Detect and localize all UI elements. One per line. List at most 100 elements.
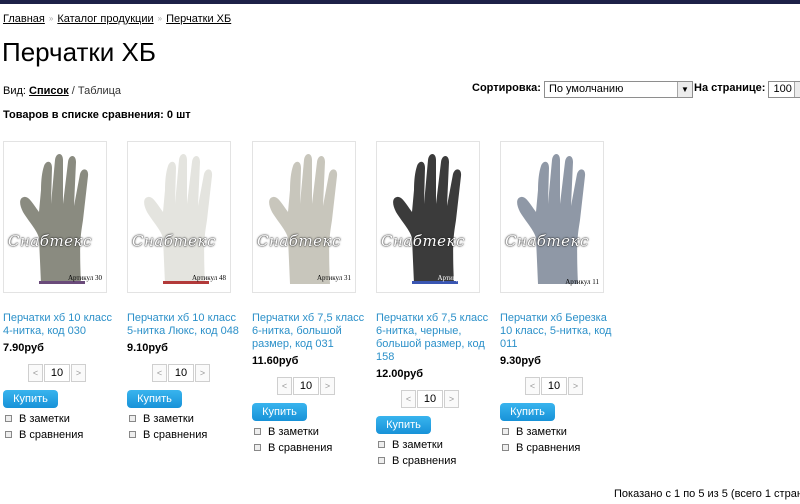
add-to-compare[interactable]: В сравнения	[129, 428, 247, 442]
checkbox-icon[interactable]	[378, 440, 385, 448]
checkbox-icon[interactable]	[129, 414, 136, 422]
add-to-notes-label: В заметки	[516, 426, 567, 438]
quantity-decrease-button[interactable]: <	[152, 364, 167, 382]
chevron-down-icon[interactable]: ▼	[794, 82, 800, 97]
quantity-stepper: <10 >	[28, 364, 123, 382]
product-price: 12.00руб	[376, 368, 424, 380]
sort-control: Сортировка: По умолчанию ▼	[472, 81, 693, 98]
product-image[interactable]: Снабтекс Артикул 158	[376, 141, 480, 293]
quantity-increase-button[interactable]: >	[568, 377, 583, 395]
product-card: Снабтекс Артикул 48 Перчатки хб 10 класс…	[127, 141, 247, 442]
add-to-notes-label: В заметки	[268, 426, 319, 438]
quantity-stepper: <10 >	[525, 377, 620, 395]
sort-label: Сортировка:	[472, 82, 541, 95]
product-image[interactable]: Снабтекс Артикул 31	[252, 141, 356, 293]
add-to-notes[interactable]: В заметки	[5, 412, 123, 426]
add-to-notes[interactable]: В заметки	[502, 425, 620, 439]
watermark-text: Снабтекс	[8, 232, 92, 250]
view-table-link[interactable]: Таблица	[78, 85, 121, 97]
quantity-input[interactable]: 10	[168, 364, 194, 382]
article-number: Артикул 11	[565, 278, 599, 286]
pagination-summary: Показано с 1 по 5 из 5 (всего 1 страниц)	[614, 488, 800, 500]
quantity-decrease-button[interactable]: <	[525, 377, 540, 395]
product-name-link[interactable]: Перчатки хб 10 класс 5-нитка Люкс, код 0…	[127, 312, 245, 338]
checkbox-icon[interactable]	[129, 430, 136, 438]
article-number: Артикул 48	[191, 274, 226, 282]
product-card: Снабтекс Артикул 11 Перчатки хб Березка …	[500, 141, 620, 455]
checkbox-icon[interactable]	[378, 456, 385, 464]
watermark-text: Снабтекс	[257, 232, 341, 250]
buy-button[interactable]: Купить	[252, 403, 307, 421]
breadcrumb-catalog-link[interactable]: Каталог продукции	[57, 13, 153, 25]
breadcrumb-separator-icon: »	[157, 14, 163, 23]
add-to-compare-label: В сравнения	[19, 429, 84, 441]
add-to-notes[interactable]: В заметки	[129, 412, 247, 426]
checkbox-icon[interactable]	[502, 443, 509, 451]
breadcrumb-current-link[interactable]: Перчатки ХБ	[166, 13, 231, 25]
add-to-compare-label: В сравнения	[392, 455, 457, 467]
add-to-compare[interactable]: В сравнения	[5, 428, 123, 442]
product-name-link[interactable]: Перчатки хб 7,5 класс 6-нитка, черные, б…	[376, 312, 494, 364]
product-image[interactable]: Снабтекс Артикул 48	[127, 141, 231, 293]
quantity-stepper: <10 >	[277, 377, 372, 395]
quantity-increase-button[interactable]: >	[320, 377, 335, 395]
quantity-input[interactable]: 10	[417, 390, 443, 408]
watermark-text: Снабтекс	[505, 232, 589, 250]
quantity-input[interactable]: 10	[44, 364, 70, 382]
quantity-decrease-button[interactable]: <	[401, 390, 416, 408]
add-to-notes[interactable]: В заметки	[378, 438, 496, 452]
product-name-link[interactable]: Перчатки хб Березка 10 класс, 5-нитка, к…	[500, 312, 618, 351]
add-to-notes-label: В заметки	[143, 413, 194, 425]
quantity-decrease-button[interactable]: <	[28, 364, 43, 382]
per-page-label: На странице:	[694, 82, 766, 95]
breadcrumb-home-link[interactable]: Главная	[3, 13, 45, 25]
watermark-text: Снабтекс	[132, 232, 216, 250]
product-card: Снабтекс Артикул 158 Перчатки хб 7,5 кла…	[376, 141, 496, 468]
add-to-compare[interactable]: В сравнения	[378, 454, 496, 468]
quantity-input[interactable]: 10	[541, 377, 567, 395]
product-image[interactable]: Снабтекс Артикул 30	[3, 141, 107, 293]
add-to-compare-label: В сравнения	[516, 442, 581, 454]
per-page-selected-value: 100	[773, 83, 792, 95]
breadcrumb-separator-icon: »	[48, 14, 54, 23]
sort-select[interactable]: По умолчанию ▼	[543, 81, 693, 98]
buy-button[interactable]: Купить	[3, 390, 58, 408]
chevron-down-icon[interactable]: ▼	[676, 82, 692, 97]
checkbox-icon[interactable]	[254, 443, 261, 451]
glove-shape	[269, 154, 338, 284]
add-to-compare[interactable]: В сравнения	[254, 441, 372, 455]
checkbox-icon[interactable]	[5, 430, 12, 438]
article-number: Артикул 31	[316, 274, 351, 282]
buy-button[interactable]: Купить	[127, 390, 182, 408]
checkbox-icon[interactable]	[254, 427, 261, 435]
page-title: Перчатки ХБ	[2, 37, 156, 67]
view-divider: /	[71, 85, 75, 97]
view-list-link[interactable]: Список	[29, 85, 69, 97]
quantity-increase-button[interactable]: >	[195, 364, 210, 382]
glove-image	[393, 154, 462, 284]
checkbox-icon[interactable]	[5, 414, 12, 422]
add-to-compare[interactable]: В сравнения	[502, 441, 620, 455]
add-to-notes[interactable]: В заметки	[254, 425, 372, 439]
sort-selected-value: По умолчанию	[548, 83, 624, 95]
product-image[interactable]: Снабтекс Артикул 11	[500, 141, 604, 293]
article-number: Артикул 30	[67, 274, 102, 282]
checkbox-icon[interactable]	[502, 427, 509, 435]
breadcrumb: Главная» Каталог продукции» Перчатки ХБ	[3, 13, 231, 25]
quantity-decrease-button[interactable]: <	[277, 377, 292, 395]
product-name-link[interactable]: Перчатки хб 10 класс 4-нитка, код 030	[3, 312, 121, 338]
product-card: Снабтекс Артикул 31 Перчатки хб 7,5 клас…	[252, 141, 372, 455]
per-page-select[interactable]: 100 ▼	[768, 81, 800, 98]
product-price: 9.30руб	[500, 355, 541, 367]
product-name-link[interactable]: Перчатки хб 7,5 класс 6-нитка, большой р…	[252, 312, 370, 351]
quantity-input[interactable]: 10	[293, 377, 319, 395]
quantity-increase-button[interactable]: >	[71, 364, 86, 382]
glove-shape	[393, 154, 462, 284]
quantity-increase-button[interactable]: >	[444, 390, 459, 408]
view-label: Вид:	[3, 85, 26, 97]
add-to-notes-label: В заметки	[392, 439, 443, 451]
buy-button[interactable]: Купить	[500, 403, 555, 421]
buy-button[interactable]: Купить	[376, 416, 431, 434]
quantity-stepper: <10 >	[152, 364, 247, 382]
watermark-text: Снабтекс	[381, 232, 465, 250]
